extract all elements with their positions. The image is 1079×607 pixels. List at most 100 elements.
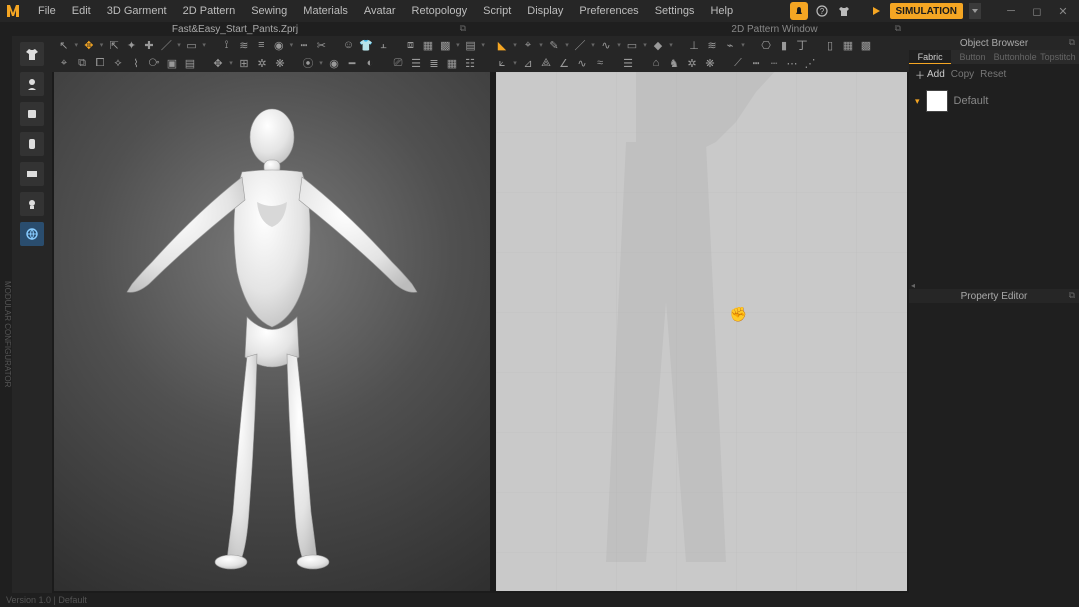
tool-line-icon[interactable]: ／ xyxy=(159,37,174,53)
tool-arrange-icon[interactable]: ⇱ xyxy=(106,37,121,53)
tool-r2-4-icon[interactable]: ⟡ xyxy=(110,55,126,71)
tool-r2-3-icon[interactable]: ⧠ xyxy=(92,55,108,71)
tool-r2-21-icon[interactable]: ☷ xyxy=(462,55,478,71)
tool-r2-20-icon[interactable]: ▦ xyxy=(444,55,460,71)
menu-edit[interactable]: Edit xyxy=(64,0,99,22)
chevron-down-icon[interactable]: ▾ xyxy=(915,96,920,107)
dock-ob-icon[interactable]: ⧉ xyxy=(1069,37,1075,48)
tool2d-text-icon[interactable]: 丁 xyxy=(794,37,810,53)
simulation-play-icon[interactable] xyxy=(868,3,884,19)
menu-3d-garment[interactable]: 3D Garment xyxy=(99,0,175,22)
tool2d-r2-4-icon[interactable]: ∠ xyxy=(556,55,572,71)
tool-r2-8-icon[interactable]: ▤ xyxy=(182,55,198,71)
tool-trim-icon[interactable]: ✂ xyxy=(314,37,329,53)
tool-r2-10-icon[interactable]: ⊞ xyxy=(236,55,252,71)
menu-sewing[interactable]: Sewing xyxy=(243,0,295,22)
tool-r2-6-icon[interactable]: ⧂ xyxy=(146,55,162,71)
tool-avatar-icon[interactable]: ☺ xyxy=(341,37,356,53)
tool2d-r2-9-icon[interactable]: ♞ xyxy=(666,55,682,71)
tool2d-r2-6-icon[interactable]: ≈ xyxy=(592,55,608,71)
tool2d-notch-icon[interactable]: ⊥ xyxy=(686,37,702,53)
tool-zipper-icon[interactable]: ≡ xyxy=(254,37,269,53)
tool2d-edit-icon[interactable]: ⌖ xyxy=(520,37,536,53)
tool-r2-1-icon[interactable]: ⌖ xyxy=(56,55,72,71)
menu-avatar[interactable]: Avatar xyxy=(356,0,404,22)
tool2d-dart-icon[interactable]: ◆ xyxy=(650,37,666,53)
tool-r2-13-icon[interactable]: ⦿ xyxy=(300,55,316,71)
tool2d-seam-icon[interactable]: ≋ xyxy=(704,37,720,53)
tool2d-r2-13-icon[interactable]: ┅ xyxy=(748,55,764,71)
tool2d-measure-icon[interactable]: ▯ xyxy=(822,37,838,53)
notification-icon[interactable] xyxy=(790,2,808,20)
menu-settings[interactable]: Settings xyxy=(647,0,703,22)
tool2d-r2-3-icon[interactable]: ⟁ xyxy=(538,55,554,71)
modular-head2-icon[interactable] xyxy=(20,192,44,216)
tool-r2-5-icon[interactable]: ⌇ xyxy=(128,55,144,71)
menu-materials[interactable]: Materials xyxy=(295,0,356,22)
help-icon[interactable]: ? xyxy=(814,3,830,19)
modular-head-icon[interactable] xyxy=(20,72,44,96)
viewport-2d[interactable]: ✊ xyxy=(496,72,907,591)
tool-grid1-icon[interactable]: ▦ xyxy=(420,37,435,53)
shirt-icon[interactable] xyxy=(836,3,852,19)
tool2d-fill-icon[interactable]: ▮ xyxy=(776,37,792,53)
reset-button[interactable]: Reset xyxy=(980,69,1006,80)
tool-r2-2-icon[interactable]: ⧉ xyxy=(74,55,90,71)
window-close-icon[interactable]: ✕ xyxy=(1053,4,1073,18)
tool-gizmo-icon[interactable]: ✦ xyxy=(124,37,139,53)
tool-r2-14-icon[interactable]: ◉ xyxy=(326,55,342,71)
menu-file[interactable]: File xyxy=(30,0,64,22)
tool-shirt-icon[interactable]: 👕 xyxy=(358,37,373,53)
tool-select-icon[interactable]: ↖ xyxy=(56,37,71,53)
modular-globe-icon[interactable] xyxy=(20,222,44,246)
menu-help[interactable]: Help xyxy=(702,0,741,22)
tool-r2-11-icon[interactable]: ✲ xyxy=(254,55,270,71)
tool-r2-12-icon[interactable]: ❋ xyxy=(272,55,288,71)
fabric-row-default[interactable]: ▾ Default xyxy=(915,90,1073,112)
tool2d-r2-1-icon[interactable]: ⟀ xyxy=(494,55,510,71)
simulation-button[interactable]: SIMULATION xyxy=(890,3,963,19)
tool-grid2-icon[interactable]: ▩ xyxy=(438,37,453,53)
tab-fabric[interactable]: Fabric xyxy=(909,50,951,64)
menu-script[interactable]: Script xyxy=(475,0,519,22)
simulation-dropdown[interactable] xyxy=(969,3,981,19)
tool-tape-icon[interactable]: ⟟ xyxy=(219,37,234,53)
file-tab-label[interactable]: Fast&Easy_Start_Pants.Zprj xyxy=(172,24,298,35)
dock-2d-icon[interactable]: ⧉ xyxy=(895,23,901,34)
tool2d-curve-icon[interactable]: ∿ xyxy=(598,37,614,53)
tool2d-r2-15-icon[interactable]: ⋯ xyxy=(784,55,800,71)
tool2d-rect-icon[interactable]: ▭ xyxy=(624,37,640,53)
tool-rect-icon[interactable]: ▭ xyxy=(184,37,199,53)
tool2d-r2-7-icon[interactable]: ☰ xyxy=(620,55,636,71)
tool-pin-icon[interactable]: ✚ xyxy=(141,37,156,53)
tool2d-grid1-icon[interactable]: ▦ xyxy=(840,37,856,53)
tool2d-slash-icon[interactable]: ⌁ xyxy=(722,37,738,53)
tool2d-select-icon[interactable]: ◣ xyxy=(494,37,510,53)
window-minimize-icon[interactable]: ─ xyxy=(1001,4,1021,18)
menu-display[interactable]: Display xyxy=(519,0,571,22)
tab-button[interactable]: Button xyxy=(951,50,993,64)
tool-r2-7-icon[interactable]: ▣ xyxy=(164,55,180,71)
tool2d-r2-5-icon[interactable]: ∿ xyxy=(574,55,590,71)
viewport-3d[interactable] xyxy=(54,72,490,591)
tool-grid3-icon[interactable]: ▤ xyxy=(463,37,478,53)
tool-r2-15-icon[interactable]: ━ xyxy=(344,55,360,71)
tool-topstitch-icon[interactable]: ┅ xyxy=(296,37,311,53)
menu-2d-pattern[interactable]: 2D Pattern xyxy=(175,0,244,22)
tool2d-r2-8-icon[interactable]: ⌂ xyxy=(648,55,664,71)
tool2d-r2-16-icon[interactable]: ⋰ xyxy=(802,55,818,71)
tool2d-r2-11-icon[interactable]: ❋ xyxy=(702,55,718,71)
tab-topstitch[interactable]: Topstitch xyxy=(1037,50,1079,64)
dock-3d-icon[interactable]: ⧉ xyxy=(460,23,466,34)
modular-avatar-icon[interactable] xyxy=(20,102,44,126)
tool2d-trace-icon[interactable]: ⎔ xyxy=(758,37,774,53)
dock-pe-icon[interactable]: ⧉ xyxy=(1069,290,1075,301)
tool-fold-icon[interactable]: ≋ xyxy=(236,37,251,53)
copy-button[interactable]: Copy xyxy=(951,69,974,80)
tab-buttonhole[interactable]: Buttonhole xyxy=(994,50,1037,64)
tool-box-icon[interactable]: ⧈ xyxy=(403,37,418,53)
modular-shirt-icon[interactable] xyxy=(20,42,44,66)
window-maximize-icon[interactable]: ◻ xyxy=(1027,4,1047,18)
tool-r2-18-icon[interactable]: ☰ xyxy=(408,55,424,71)
tool-hanger-icon[interactable]: ⫠ xyxy=(376,37,391,53)
